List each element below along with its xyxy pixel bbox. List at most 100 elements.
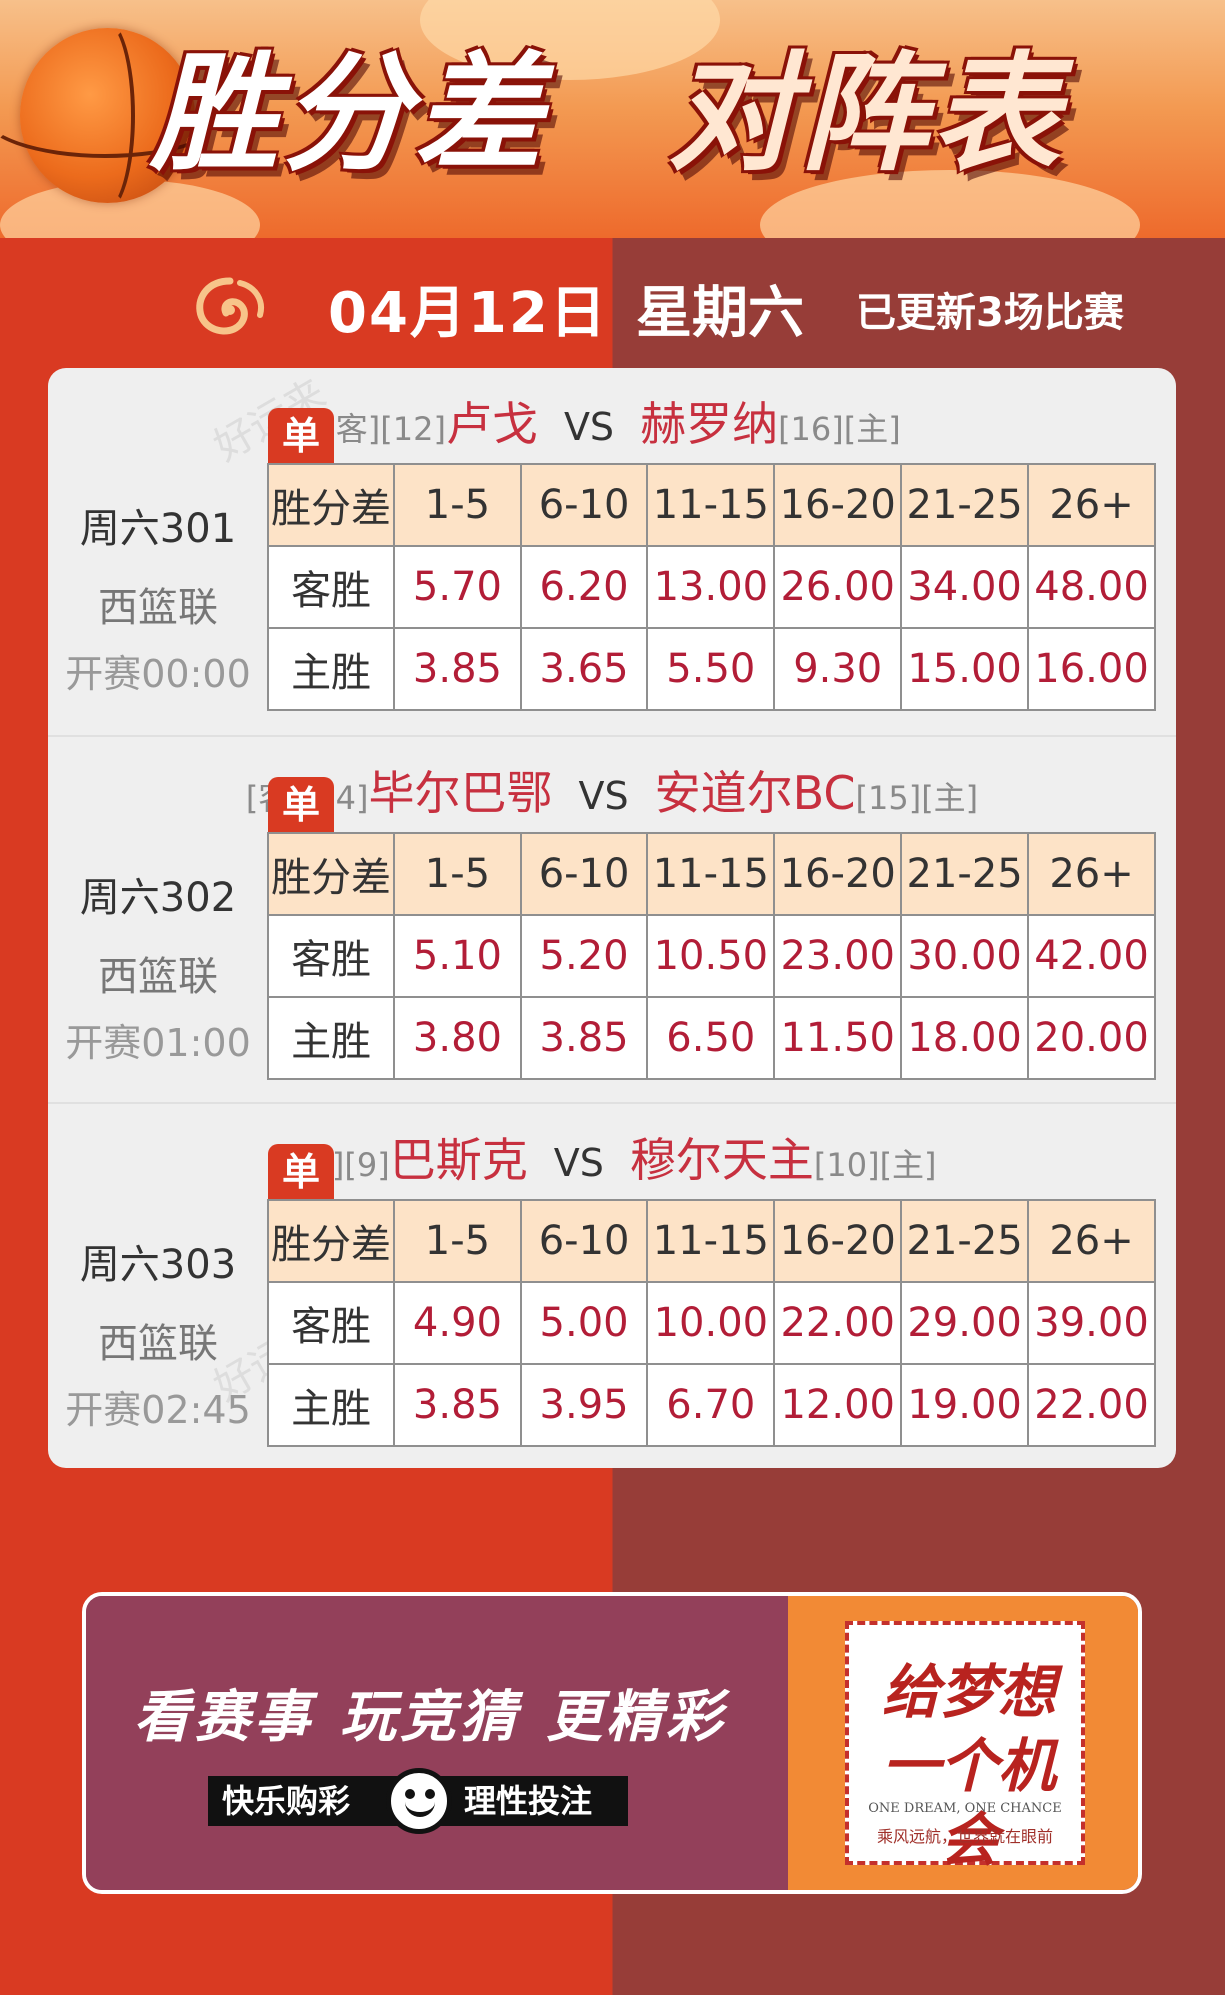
- odds-cell[interactable]: 5.20: [519, 914, 649, 998]
- odds-cell[interactable]: 6.50: [646, 996, 776, 1080]
- odds-table: 胜分差 1-5 6-10 11-15 16-20 21-25 26+ 客胜 4.90 5.00 10…: [266, 1199, 1156, 1447]
- single-badge: 单: [268, 777, 334, 833]
- odds-cell[interactable]: 10.00: [646, 1281, 776, 1365]
- odds-cell[interactable]: 22.00: [773, 1281, 903, 1365]
- odds-cell[interactable]: 5.00: [519, 1281, 649, 1365]
- match-code: 周六303: [79, 1242, 237, 1288]
- odds-cell[interactable]: 42.00: [1027, 914, 1156, 998]
- odds-header-cell: 1-5: [393, 832, 522, 916]
- away-team[interactable]: 巴斯克: [390, 1133, 528, 1187]
- home-win-row: 主胜 3.85 3.65 5.50 9.30 15.00 16.00: [266, 627, 1156, 711]
- odds-cell[interactable]: 19.00: [900, 1363, 1030, 1447]
- home-win-label: 主胜: [266, 996, 396, 1080]
- odds-cell[interactable]: 3.80: [393, 996, 522, 1080]
- stamp-chinese-text: 乘风远航，世界就在眼前: [876, 1827, 1053, 1846]
- away-win-row: 客胜 5.70 6.20 13.00 26.00 34.00 48.00: [266, 545, 1156, 629]
- slogan-part: 更精彩: [546, 1685, 726, 1750]
- odds-cell[interactable]: 48.00: [1027, 545, 1156, 629]
- away-win-label: 客胜: [266, 1281, 396, 1365]
- promo-banner[interactable]: 看赛事 玩竞猜 更精彩 快乐购彩 理性投注 给梦想一个机会 ONE DREAM, O…: [82, 1592, 1142, 1894]
- league-name: 西篮联: [98, 954, 218, 1000]
- odds-header-cell: 16-20: [773, 1199, 903, 1283]
- odds-cell[interactable]: 12.00: [773, 1363, 903, 1447]
- odds-cell[interactable]: 4.90: [393, 1281, 522, 1365]
- odds-header-cell: 6-10: [519, 463, 649, 547]
- odds-cell[interactable]: 5.50: [646, 627, 776, 711]
- odds-cell[interactable]: 9.30: [773, 627, 903, 711]
- odds-cell[interactable]: 23.00: [773, 914, 903, 998]
- odds-cell[interactable]: 3.85: [519, 996, 649, 1080]
- odds-cell[interactable]: 15.00: [900, 627, 1030, 711]
- odds-header-cell: 6-10: [519, 1199, 649, 1283]
- swirl-logo-icon: [196, 277, 264, 335]
- promo-left-panel: 看赛事 玩竞猜 更精彩 快乐购彩 理性投注: [86, 1596, 788, 1890]
- matchup-line: [客][14]毕尔巴鄂VS安道尔BC[15][主]: [48, 757, 1176, 823]
- odds-cell[interactable]: 3.65: [519, 627, 649, 711]
- home-team[interactable]: 安道尔BC: [655, 766, 856, 820]
- odds-cell[interactable]: 39.00: [1027, 1281, 1156, 1365]
- away-win-row: 客胜 5.10 5.20 10.50 23.00 30.00 42.00: [266, 914, 1156, 998]
- away-win-row: 客胜 4.90 5.00 10.00 22.00 29.00 39.00: [266, 1281, 1156, 1365]
- slogan-part: 玩竞猜: [340, 1685, 520, 1750]
- start-time: 开赛00:00: [65, 652, 251, 696]
- away-team[interactable]: 毕尔巴鄂: [369, 766, 553, 820]
- odds-header-cell: 21-25: [900, 463, 1030, 547]
- home-rank-tag: [10][主]: [813, 1146, 937, 1184]
- matchup-line: [客][12]卢戈 VS 赫罗纳[16][主]: [48, 388, 1176, 454]
- slogan-part: 看赛事: [134, 1685, 314, 1750]
- home-win-row: 主胜 3.80 3.85 6.50 11.50 18.00 20.00: [266, 996, 1156, 1080]
- badge-right-text: 理性投注: [464, 1782, 593, 1820]
- odds-header-cell: 11-15: [646, 1199, 776, 1283]
- odds-cell[interactable]: 34.00: [900, 545, 1030, 629]
- home-win-label: 主胜: [266, 627, 396, 711]
- match-date: 04月12日: [328, 281, 608, 346]
- match-code: 周六301: [79, 506, 237, 552]
- banner-title-left: 胜分差: [150, 40, 547, 189]
- odds-cell[interactable]: 3.95: [519, 1363, 649, 1447]
- odds-cell[interactable]: 10.50: [646, 914, 776, 998]
- odds-header-cell: 胜分差: [266, 1199, 396, 1283]
- odds-cell[interactable]: 6.70: [646, 1363, 776, 1447]
- odds-cell[interactable]: 11.50: [773, 996, 903, 1080]
- vs-label: VS: [578, 774, 629, 818]
- odds-header-cell: 11-15: [646, 832, 776, 916]
- odds-header-cell: 1-5: [393, 463, 522, 547]
- odds-cell[interactable]: 26.00: [773, 545, 903, 629]
- update-status: 已更新3场比赛: [856, 290, 1124, 336]
- odds-header-row: 胜分差 1-5 6-10 11-15 16-20 21-25 26+: [266, 463, 1156, 547]
- odds-cell[interactable]: 29.00: [900, 1281, 1030, 1365]
- odds-header-cell: 16-20: [773, 832, 903, 916]
- odds-header-cell: 26+: [1027, 832, 1156, 916]
- single-badge: 单: [268, 408, 334, 464]
- smiley-icon: [386, 1768, 452, 1834]
- match-block: [客][14]毕尔巴鄂VS安道尔BC[15][主]单周六302西篮联开赛01:0…: [48, 735, 1176, 1101]
- badge-left-text: 快乐购彩: [222, 1782, 351, 1820]
- odds-header-row: 胜分差 1-5 6-10 11-15 16-20 21-25 26+: [266, 1199, 1156, 1283]
- odds-header-cell: 21-25: [900, 832, 1030, 916]
- promo-right-panel: 给梦想一个机会 ONE DREAM, ONE CHANCE 乘风远航，世界就在眼…: [788, 1596, 1138, 1890]
- odds-cell[interactable]: 6.20: [519, 545, 649, 629]
- odds-cell[interactable]: 16.00: [1027, 627, 1156, 711]
- odds-cell[interactable]: 5.10: [393, 914, 522, 998]
- away-win-label: 客胜: [266, 914, 396, 998]
- away-team[interactable]: 卢戈: [446, 397, 538, 451]
- start-time: 开赛01:00: [65, 1021, 251, 1065]
- odds-header-cell: 21-25: [900, 1199, 1030, 1283]
- home-team[interactable]: 赫罗纳: [640, 397, 778, 451]
- odds-cell[interactable]: 30.00: [900, 914, 1030, 998]
- home-team[interactable]: 穆尔天主: [630, 1133, 814, 1187]
- odds-cell[interactable]: 5.70: [393, 545, 522, 629]
- odds-cell[interactable]: 13.00: [646, 545, 776, 629]
- odds-cell[interactable]: 3.85: [393, 627, 522, 711]
- league-name: 西篮联: [98, 1321, 218, 1367]
- vs-label: VS: [553, 1141, 604, 1185]
- odds-cell[interactable]: 18.00: [900, 996, 1030, 1080]
- vs-label: VS: [563, 405, 615, 449]
- stamp-english-text: ONE DREAM, ONE CHANCE: [868, 1801, 1062, 1816]
- odds-cell[interactable]: 22.00: [1027, 1363, 1156, 1447]
- date-row: 04月12日 星期六 已更新3场比赛: [0, 238, 1225, 368]
- league-name: 西篮联: [98, 585, 218, 631]
- odds-header-cell: 26+: [1027, 1199, 1156, 1283]
- odds-cell[interactable]: 20.00: [1027, 996, 1156, 1080]
- odds-cell[interactable]: 3.85: [393, 1363, 522, 1447]
